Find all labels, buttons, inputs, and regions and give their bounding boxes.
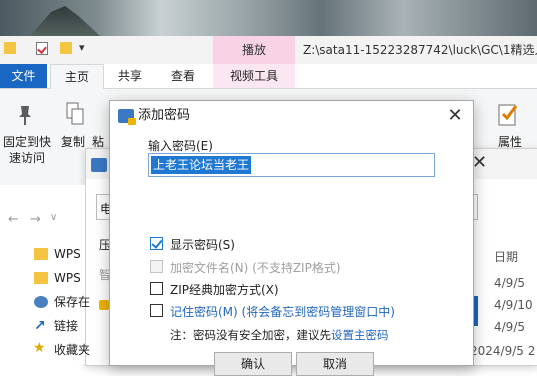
zip-classic-encryption-label[interactable]: ZIP经典加密方式(X) <box>170 281 279 298</box>
tab-share[interactable]: 共享 <box>104 64 156 88</box>
desktop-wallpaper <box>0 0 537 36</box>
contextual-tab-play[interactable]: 播放 <box>213 36 295 64</box>
show-password-label[interactable]: 显示密码(S) <box>170 236 235 253</box>
nav-item-saved[interactable]: 保存在 <box>54 292 90 312</box>
password-input[interactable]: 上老王论坛当老王 <box>148 153 435 177</box>
set-master-password-link[interactable]: 设置主密码 <box>331 328 389 342</box>
zip-classic-encryption-checkbox[interactable] <box>150 282 163 295</box>
nav-item-wps-2[interactable]: WPS <box>54 268 81 288</box>
cancel-button[interactable]: 取消 <box>296 352 374 376</box>
file-date: 4/9/5 <box>494 320 525 334</box>
tab-video-tools[interactable]: 视频工具 <box>213 64 295 88</box>
properties-icon <box>498 104 518 126</box>
show-password-checkbox[interactable] <box>150 237 163 250</box>
archive-app-icon <box>118 109 136 125</box>
nav-item-favorites[interactable]: 收藏夹 <box>54 340 90 360</box>
quick-access-dropdown-icon[interactable]: ▾ <box>79 41 85 54</box>
nav-item-links[interactable]: 链接 <box>54 316 78 336</box>
pin-quick-access-label[interactable]: 固定到快 速访问 <box>2 134 52 166</box>
window-path-title: Z:\sata11-15223287742\luck\GC\1精选人名 <box>303 43 537 57</box>
copy-button[interactable]: 复制 <box>58 134 88 150</box>
link-arrow-icon: ↗ <box>34 318 46 334</box>
back-dialog-close-icon[interactable]: ✕ <box>472 152 487 173</box>
tab-file[interactable]: 文件 <box>0 64 47 88</box>
back-arrow-icon[interactable]: ← <box>8 212 19 227</box>
folder-icon <box>34 272 48 284</box>
folder-icon <box>34 248 48 260</box>
copy-icon <box>66 102 84 125</box>
file-date: 2024/9/5 2 <box>470 344 536 358</box>
properties-check-icon[interactable] <box>36 42 48 55</box>
nav-item-wps-1[interactable]: WPS <box>54 244 81 264</box>
file-date: 4/9/5 <box>494 276 525 290</box>
encrypt-filenames-label: 加密文件名(N) (不支持ZIP格式) <box>170 261 341 275</box>
dialog-title: 添加密码 <box>138 108 191 123</box>
column-header-date[interactable]: 日期 <box>494 248 518 265</box>
remember-password-checkbox[interactable] <box>150 304 163 317</box>
encrypt-filenames-checkbox <box>150 260 163 273</box>
recent-dropdown-icon[interactable]: ∨ <box>50 212 57 223</box>
back-dialog-icon <box>91 158 107 172</box>
back-dialog-lock-icon <box>99 300 109 310</box>
password-value: 上老王论坛当老王 <box>151 156 252 174</box>
add-password-dialog: 添加密码 ✕ 输入密码(E) 上老王论坛当老王 显示密码(S) 加密文件名(N)… <box>109 100 474 376</box>
file-date: 4/9/10 <box>494 298 533 312</box>
tab-home[interactable]: 主页 <box>50 64 104 89</box>
cloud-save-icon <box>34 296 48 308</box>
folder-icon[interactable] <box>4 42 16 54</box>
close-icon[interactable]: ✕ <box>444 106 466 126</box>
confirm-button[interactable]: 确认 <box>214 352 292 376</box>
password-label: 输入密码(E) <box>148 139 213 153</box>
security-note: 注：密码没有安全加密，建议先设置主密码 <box>170 328 389 342</box>
pin-icon <box>19 106 31 125</box>
remember-password-label[interactable]: 记住密码(M) (将会备忘到密码管理窗口中) <box>170 303 395 320</box>
star-icon: ★ <box>33 340 46 356</box>
new-folder-icon[interactable] <box>60 42 72 54</box>
forward-arrow-icon[interactable]: → <box>30 212 41 227</box>
tab-view[interactable]: 查看 <box>157 64 209 88</box>
